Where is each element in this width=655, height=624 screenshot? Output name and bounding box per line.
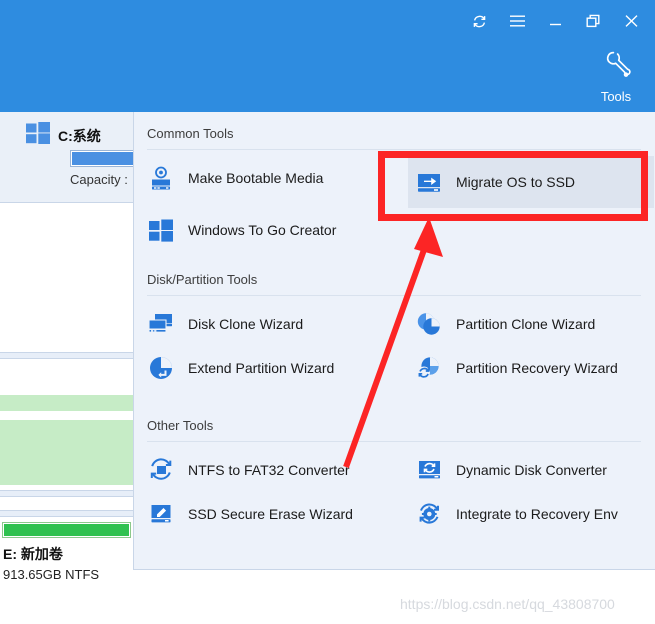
- ssd-erase-icon: [147, 500, 175, 528]
- section-divider: [147, 149, 641, 150]
- minimize-icon[interactable]: [537, 6, 573, 36]
- disk-usage-fill: [72, 152, 133, 165]
- app-header: Tools: [0, 0, 655, 112]
- tool-item-migrate-os-to-ssd[interactable]: Migrate OS to SSD: [408, 156, 654, 208]
- grid-spacer: [402, 208, 654, 252]
- tool-label: Windows To Go Creator: [188, 222, 337, 238]
- section-title: Disk/Partition Tools: [147, 272, 258, 287]
- migrate-os-icon: [415, 168, 443, 196]
- disk-card-c[interactable]: C:系统 Capacity :: [0, 112, 133, 203]
- partition-band: [0, 395, 133, 411]
- tool-item-extend-partition-wizard[interactable]: Extend Partition Wizard: [134, 346, 402, 390]
- partition-clone-icon: [415, 310, 443, 338]
- volume-usage-bar: [2, 522, 131, 538]
- partition-divider: [0, 352, 133, 359]
- volume-title: E: 新加卷: [3, 546, 63, 562]
- tool-item-ssd-secure-erase-wizard[interactable]: SSD Secure Erase Wizard: [134, 492, 402, 536]
- tool-item-ntfs-to-fat32-converter[interactable]: NTFS to FAT32 Converter: [134, 448, 402, 492]
- tool-item-dynamic-disk-converter[interactable]: Dynamic Disk Converter: [402, 448, 654, 492]
- refresh-icon[interactable]: [461, 6, 497, 36]
- ntfs-convert-icon: [147, 456, 175, 484]
- disk-usage-bar: [70, 150, 133, 167]
- disk-clone-icon: [147, 310, 175, 338]
- tool-label: Partition Recovery Wizard: [456, 360, 618, 376]
- window-controls: [461, 6, 649, 36]
- section-title: Other Tools: [147, 418, 214, 433]
- section-disk-partition-tools: Disk/Partition Tools Disk Clone Wizard P…: [134, 272, 654, 390]
- tool-label: SSD Secure Erase Wizard: [188, 506, 353, 522]
- tool-item-integrate-to-recovery-env[interactable]: Integrate to Recovery Env: [402, 492, 654, 536]
- tools-button[interactable]: Tools: [585, 48, 647, 104]
- partition-band: [0, 420, 133, 485]
- tool-label: Dynamic Disk Converter: [456, 462, 607, 478]
- partition-divider: [0, 490, 133, 497]
- dynamic-disk-icon: [415, 456, 443, 484]
- partition-recovery-icon: [415, 354, 443, 382]
- tool-label: Make Bootable Media: [188, 170, 324, 186]
- restore-icon[interactable]: [575, 6, 611, 36]
- windows-logo-icon: [26, 122, 50, 149]
- tool-item-windows-to-go-creator[interactable]: Windows To Go Creator: [134, 208, 402, 252]
- tools-grid: Make Bootable Media Migrate OS to SSD Wi…: [134, 156, 654, 252]
- tool-item-partition-clone-wizard[interactable]: Partition Clone Wizard: [402, 302, 654, 346]
- tools-grid: NTFS to FAT32 Converter Dynamic Disk Con…: [134, 448, 654, 536]
- close-icon[interactable]: [613, 6, 649, 36]
- section-other-tools: Other Tools NTFS to FAT32 Converter Dyna…: [134, 418, 654, 536]
- tool-item-partition-recovery-wizard[interactable]: Partition Recovery Wizard: [402, 346, 654, 390]
- volume-usage-fill: [4, 524, 129, 536]
- tools-grid: Disk Clone Wizard Partition Clone Wizard: [134, 302, 654, 390]
- volume-subtitle: 913.65GB NTFS: [3, 567, 100, 582]
- disk-capacity-label: Capacity :: [70, 172, 128, 187]
- tool-label: Extend Partition Wizard: [188, 360, 335, 376]
- recovery-env-icon: [415, 500, 443, 528]
- bootable-media-icon: [147, 164, 175, 192]
- tool-label: Migrate OS to SSD: [456, 174, 576, 190]
- watermark-text: https://blog.csdn.net/qq_43808700: [400, 596, 615, 612]
- extend-partition-icon: [147, 354, 175, 382]
- tools-dropdown-panel: Common Tools Make Bootable Media Migrate…: [133, 112, 655, 570]
- tool-label: Partition Clone Wizard: [456, 316, 596, 332]
- disk-card-header: C:系统: [0, 112, 133, 149]
- partition-divider: [0, 510, 133, 517]
- menu-icon[interactable]: [499, 6, 535, 36]
- section-divider: [147, 441, 641, 442]
- wrench-icon: [599, 48, 633, 87]
- section-title: Common Tools: [147, 126, 234, 141]
- section-divider: [147, 295, 641, 296]
- section-common-tools: Common Tools Make Bootable Media Migrate…: [134, 126, 654, 252]
- tool-label: Integrate to Recovery Env: [456, 506, 618, 522]
- disk-map-sidebar: C:系统 Capacity : E: 新加卷 913.65GB NTFS: [0, 112, 133, 624]
- windows-logo-icon: [147, 216, 175, 244]
- tools-label: Tools: [600, 89, 632, 104]
- disk-title: C:系统: [58, 127, 101, 144]
- tool-label: Disk Clone Wizard: [188, 316, 304, 332]
- tool-label: NTFS to FAT32 Converter: [188, 462, 350, 478]
- tool-item-disk-clone-wizard[interactable]: Disk Clone Wizard: [134, 302, 402, 346]
- tool-item-make-bootable-media[interactable]: Make Bootable Media: [134, 156, 402, 200]
